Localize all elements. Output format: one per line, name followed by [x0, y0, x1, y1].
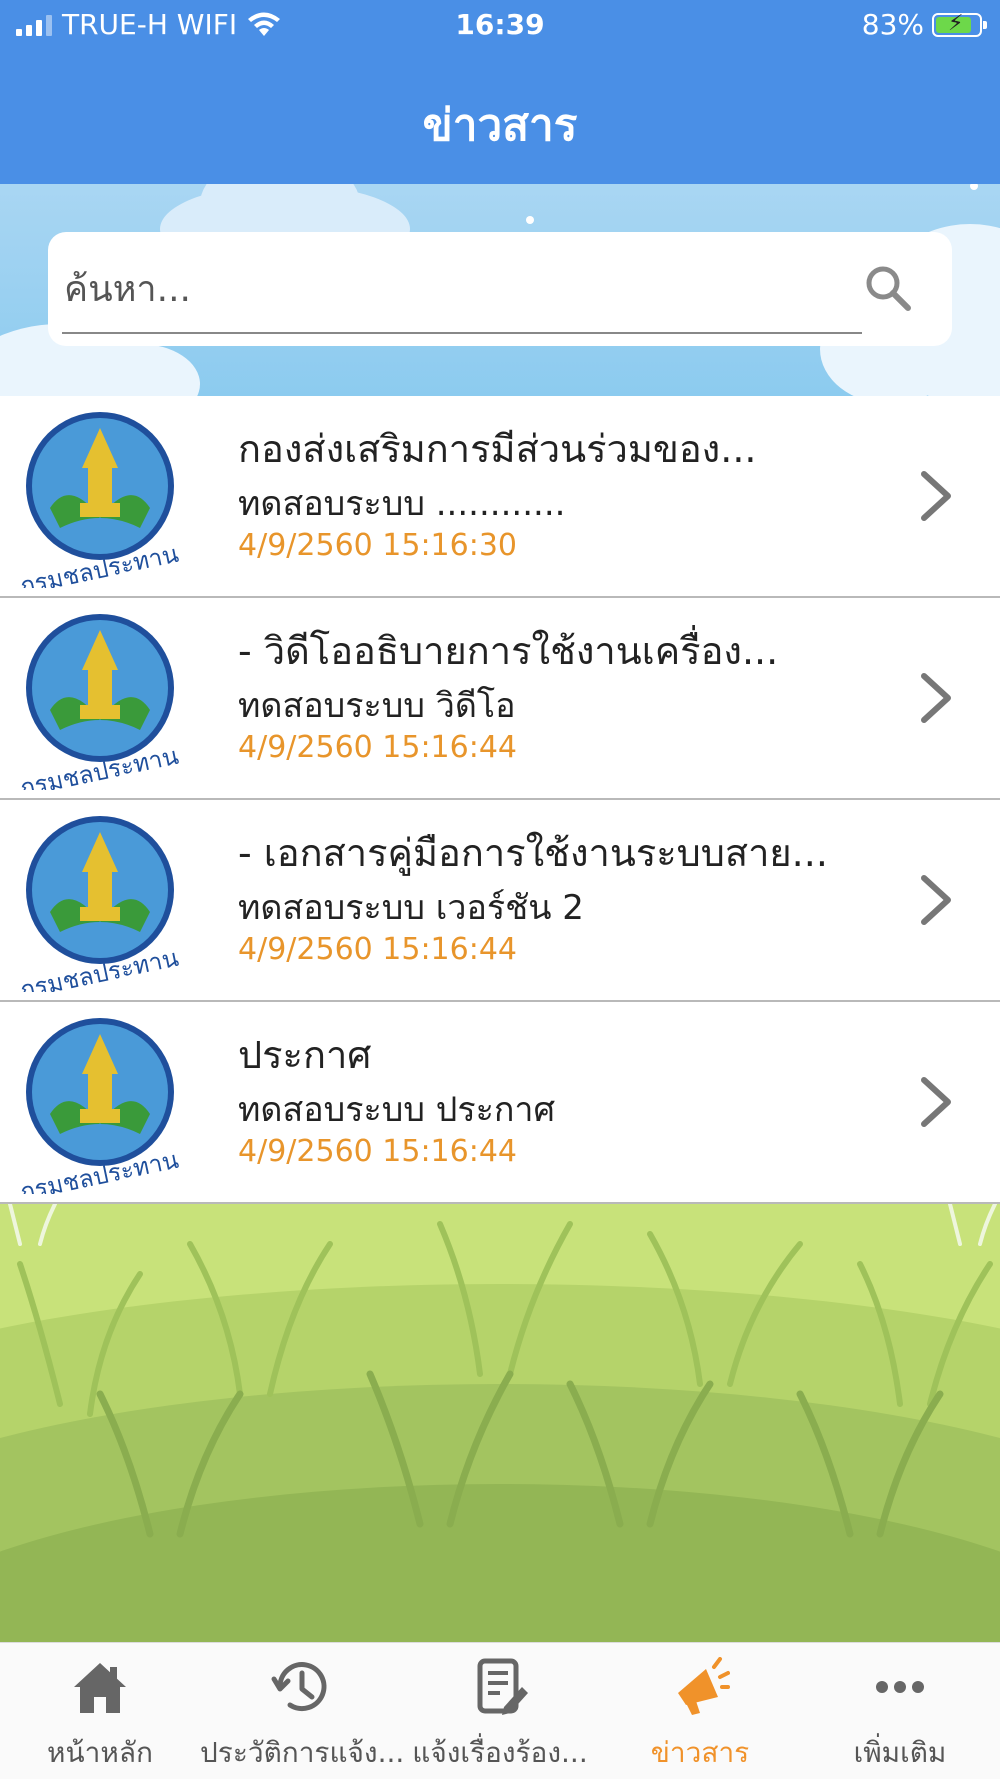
app-header: ข่าวสาร	[0, 52, 1000, 184]
news-item[interactable]: กรมชลประทาน - เอกสารคู่มือการใช้งานระบบส…	[0, 800, 1000, 1002]
search-input[interactable]	[62, 250, 836, 328]
tab-more-label: เพิ่มเติม	[853, 1736, 947, 1769]
grass-illustration	[0, 1204, 1000, 1642]
news-title: - วิดีโออธิบายการใช้งานเครื่อง...	[238, 629, 779, 673]
search-underline	[62, 332, 862, 334]
meadow-background	[0, 1204, 1000, 1642]
news-date: 4/9/2560 15:16:44	[238, 932, 518, 967]
news-subtitle: ทดสอบระบบ วิดีโอ	[238, 686, 516, 726]
more-icon	[876, 1681, 924, 1693]
news-date: 4/9/2560 15:16:30	[238, 528, 518, 563]
news-title: - เอกสารคู่มือการใช้งานระบบสาย...	[238, 831, 828, 875]
news-list: กรมชลประทาน กองส่งเสริมการมีส่วนร่วมของ.…	[0, 396, 1000, 1204]
chevron-right-icon	[921, 471, 951, 521]
report-icon	[477, 1658, 528, 1715]
home-icon	[74, 1663, 126, 1713]
search-icon[interactable]	[862, 262, 914, 314]
history-icon	[271, 1662, 327, 1712]
news-date: 4/9/2560 15:16:44	[238, 1134, 518, 1169]
news-title: ประกาศ	[238, 1033, 372, 1077]
news-subtitle: ทดสอบระบบ เวอร์ชัน 2	[238, 888, 584, 928]
tab-history[interactable]: ประวัติการแจ้ง...	[200, 1643, 405, 1779]
rid-logo-icon: กรมชลประทาน	[20, 816, 180, 992]
status-right: 83% ⚡	[861, 8, 987, 41]
news-date: 4/9/2560 15:16:44	[238, 730, 518, 765]
tab-history-label: ประวัติการแจ้ง...	[200, 1736, 405, 1769]
chevron-right-icon	[921, 875, 951, 925]
tab-news[interactable]: ข่าวสาร	[600, 1643, 800, 1779]
status-time: 16:39	[455, 8, 545, 41]
megaphone-icon	[678, 1657, 730, 1715]
tab-report-label: แจ้งเรื่องร้อง...	[412, 1736, 588, 1769]
search-box	[48, 232, 952, 346]
battery-percent: 83%	[861, 8, 924, 41]
battery-icon: ⚡	[932, 11, 987, 37]
tab-bar: หน้าหลัก ประวัติการแจ้ง... แจ้งเรื่องร้อ…	[0, 1642, 1000, 1779]
news-item[interactable]: กรมชลประทาน กองส่งเสริมการมีส่วนร่วมของ.…	[0, 396, 1000, 598]
news-subtitle: ทดสอบระบบ ประกาศ	[238, 1090, 556, 1130]
status-bar: TRUE-H WIFI 16:39 83% ⚡	[0, 0, 1000, 52]
page-title: ข่าวสาร	[422, 100, 578, 151]
news-item[interactable]: กรมชลประทาน ประกาศ ทดสอบระบบ ประกาศ 4/9/…	[0, 1002, 1000, 1204]
tab-home[interactable]: หน้าหลัก	[0, 1643, 200, 1779]
tab-news-label: ข่าวสาร	[650, 1736, 750, 1769]
chevron-right-icon	[921, 673, 951, 723]
news-item[interactable]: กรมชลประทาน - วิดีโออธิบายการใช้งานเครื่…	[0, 598, 1000, 800]
tab-more[interactable]: เพิ่มเติม	[800, 1643, 1000, 1779]
news-title: กองส่งเสริมการมีส่วนร่วมของ...	[238, 427, 757, 471]
tab-report[interactable]: แจ้งเรื่องร้อง...	[400, 1643, 600, 1779]
tab-home-label: หน้าหลัก	[47, 1736, 153, 1769]
rid-logo-icon: กรมชลประทาน	[20, 412, 180, 588]
news-subtitle: ทดสอบระบบ ............	[238, 484, 566, 524]
rid-logo-icon: กรมชลประทาน	[20, 614, 180, 790]
rid-logo-icon: กรมชลประทาน	[20, 1018, 180, 1194]
chevron-right-icon	[921, 1077, 951, 1127]
